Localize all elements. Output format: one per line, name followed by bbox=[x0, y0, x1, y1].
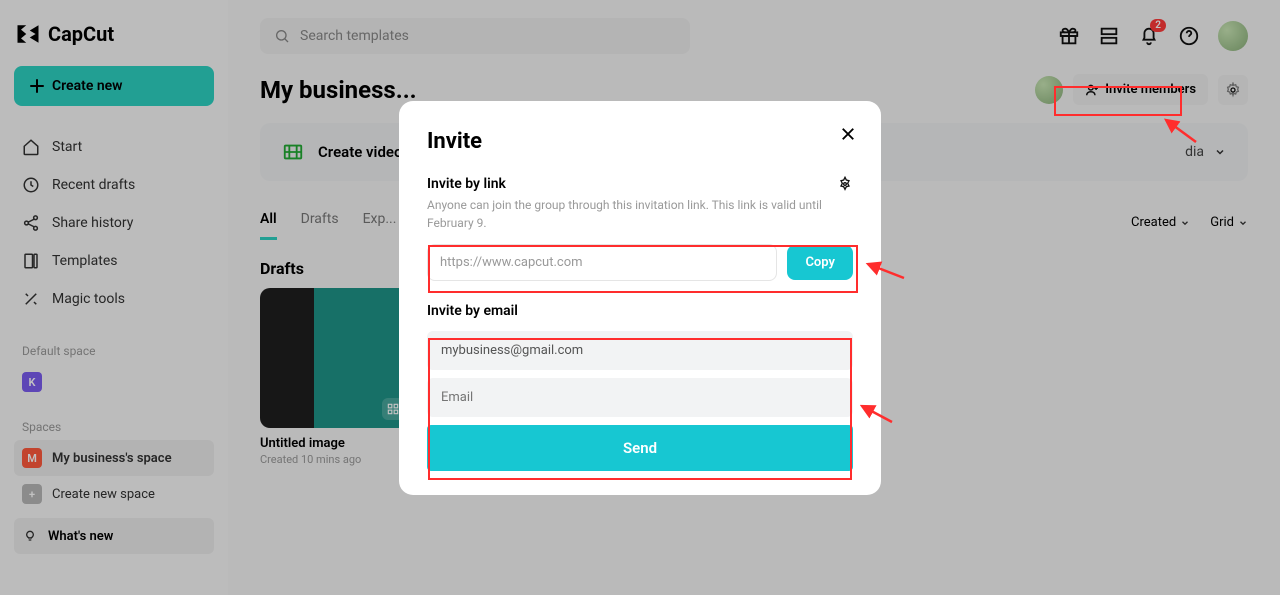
link-settings-icon[interactable] bbox=[837, 176, 853, 192]
copy-button[interactable]: Copy bbox=[787, 245, 853, 280]
send-button[interactable]: Send bbox=[427, 425, 853, 471]
invite-link-input[interactable] bbox=[427, 244, 777, 281]
invite-by-email-label: Invite by email bbox=[427, 303, 853, 319]
invite-by-link-label: Invite by link bbox=[427, 176, 853, 192]
modal-title: Invite bbox=[427, 129, 853, 154]
modal-overlay: Invite Invite by link Anyone can join th… bbox=[0, 0, 1280, 595]
invite-by-link-help: Anyone can join the group through this i… bbox=[427, 196, 853, 232]
invite-modal: Invite Invite by link Anyone can join th… bbox=[399, 101, 881, 495]
email-input-empty[interactable] bbox=[427, 378, 853, 417]
close-button[interactable] bbox=[837, 123, 859, 145]
close-icon bbox=[839, 125, 857, 143]
email-input-filled[interactable] bbox=[427, 331, 853, 370]
